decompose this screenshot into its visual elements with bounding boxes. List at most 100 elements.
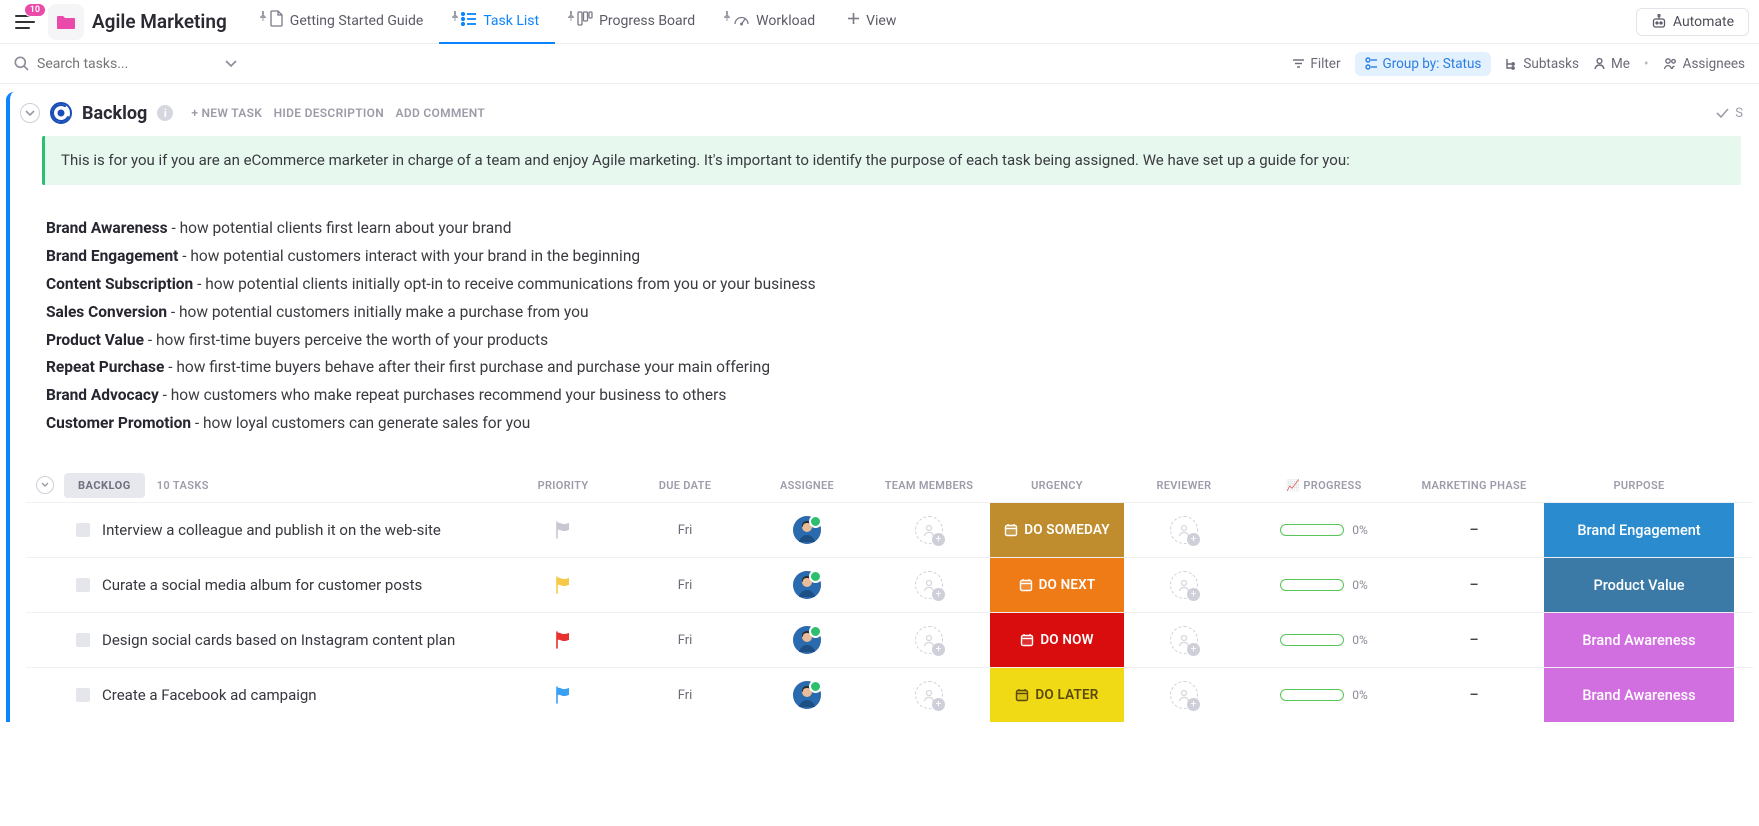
col-assignee[interactable]: ASSIGNEE [746,479,868,492]
team-members-cell[interactable]: + [868,558,990,612]
description-note: This is for you if you are an eCommerce … [42,136,1741,185]
col-purpose[interactable]: PURPOSE [1544,479,1734,492]
folder-chip[interactable] [48,4,84,40]
marketing-phase-cell[interactable]: – [1470,632,1479,648]
subtasks-icon [1505,57,1518,70]
assignee-cell[interactable] [746,613,868,667]
urgency-cell[interactable]: DO NOW [990,613,1124,667]
hide-description-button[interactable]: HIDE DESCRIPTION [274,106,384,120]
purpose-cell[interactable]: Product Value [1544,558,1734,612]
marketing-phase-cell[interactable]: – [1470,687,1479,703]
collapse-toggle[interactable] [20,103,40,123]
assignee-cell[interactable] [746,558,868,612]
group-head-actions: + NEW TASK HIDE DESCRIPTION ADD COMMENT [183,105,485,121]
avatar[interactable] [793,681,821,709]
notification-badge: 10 [24,3,46,17]
add-assignee-button[interactable]: + [915,571,943,599]
priority-cell[interactable] [502,558,624,612]
due-date[interactable]: Fri [678,578,693,593]
progress-cell[interactable]: 0% [1280,578,1368,592]
team-members-cell[interactable]: + [868,668,990,722]
purpose-cell[interactable]: Brand Awareness [1544,613,1734,667]
reviewer-cell[interactable]: + [1124,558,1244,612]
group-by-button[interactable]: Group by: Status [1355,52,1492,76]
me-button[interactable]: Me [1593,56,1630,72]
assignee-cell[interactable] [746,503,868,557]
task-checkbox[interactable] [76,688,90,702]
task-checkbox[interactable] [76,523,90,537]
col-priority[interactable]: PRIORITY [502,479,624,492]
info-icon[interactable]: i [157,105,173,121]
assignees-button[interactable]: Assignees [1663,56,1745,72]
urgency-cell[interactable]: DO NEXT [990,558,1124,612]
subtasks-button[interactable]: Subtasks [1505,56,1579,72]
avatar[interactable] [793,626,821,654]
view-tab-workload[interactable]: Workload [711,0,831,44]
table-row[interactable]: Curate a social media album for customer… [26,557,1753,612]
search-input[interactable] [37,56,217,72]
task-name[interactable]: Create a Facebook ad campaign [102,679,323,711]
menu-button[interactable]: 10 [10,7,40,37]
progress-cell[interactable]: 0% [1280,523,1368,537]
due-date[interactable]: Fri [678,633,693,648]
task-name[interactable]: Interview a colleague and publish it on … [102,514,447,546]
urgency-cell[interactable]: DO SOMEDAY [990,503,1124,557]
assignee-cell[interactable] [746,668,868,722]
task-name[interactable]: Curate a social media album for customer… [102,569,428,601]
avatar[interactable] [793,571,821,599]
task-checkbox[interactable] [76,633,90,647]
view-tab-task-list[interactable]: Task List [439,0,555,44]
backlog-status-icon [50,102,72,124]
avatar[interactable] [793,516,821,544]
add-assignee-button[interactable]: + [1170,626,1198,654]
group-right-hint: S [1735,106,1743,121]
progress-cell[interactable]: 0% [1280,688,1368,702]
reviewer-cell[interactable]: + [1124,613,1244,667]
col-progress[interactable]: 📈 PROGRESS [1244,479,1404,492]
automate-button[interactable]: Automate [1636,8,1749,36]
definition-term: Customer Promotion [46,414,191,432]
table-row[interactable]: Design social cards based on Instagram c… [26,612,1753,667]
search-box[interactable] [14,56,1292,72]
table-row[interactable]: Create a Facebook ad campaign Fri + DO LATE… [26,667,1753,722]
filter-button[interactable]: Filter [1292,56,1340,72]
priority-cell[interactable] [502,503,624,557]
add-assignee-button[interactable]: + [915,681,943,709]
marketing-phase-cell[interactable]: – [1470,577,1479,593]
definition-term: Product Value [46,331,144,349]
add-assignee-button[interactable]: + [1170,571,1198,599]
due-date[interactable]: Fri [678,523,693,538]
priority-cell[interactable] [502,668,624,722]
marketing-phase-cell[interactable]: – [1470,522,1479,538]
col-due-date[interactable]: DUE DATE [624,479,746,492]
view-tab-view[interactable]: View [831,0,912,44]
view-tab-progress-board[interactable]: Progress Board [555,0,711,44]
status-badge[interactable]: BACKLOG [64,473,145,498]
urgency-cell[interactable]: DO LATER [990,668,1124,722]
add-assignee-button[interactable]: + [1170,681,1198,709]
team-members-cell[interactable]: + [868,503,990,557]
due-date[interactable]: Fri [678,688,693,703]
purpose-cell[interactable]: Brand Engagement [1544,503,1734,557]
team-members-cell[interactable]: + [868,613,990,667]
task-name[interactable]: Design social cards based on Instagram c… [102,624,461,656]
new-task-button[interactable]: + NEW TASK [191,106,262,120]
view-tab-getting-started-guide[interactable]: Getting Started Guide [247,0,440,44]
col-marketing-phase[interactable]: MARKETING PHASE [1404,479,1544,492]
add-comment-button[interactable]: ADD COMMENT [396,106,486,120]
reviewer-cell[interactable]: + [1124,668,1244,722]
reviewer-cell[interactable]: + [1124,503,1244,557]
add-assignee-button[interactable]: + [915,516,943,544]
collapse-section-toggle[interactable] [36,476,54,494]
col-urgency[interactable]: URGENCY [990,479,1124,492]
add-assignee-button[interactable]: + [915,626,943,654]
task-checkbox[interactable] [76,578,90,592]
table-row[interactable]: Interview a colleague and publish it on … [26,502,1753,557]
add-assignee-button[interactable]: + [1170,516,1198,544]
chevron-down-icon[interactable] [225,60,237,68]
progress-cell[interactable]: 0% [1280,633,1368,647]
priority-cell[interactable] [502,613,624,667]
col-team-members[interactable]: TEAM MEMBERS [868,479,990,492]
purpose-cell[interactable]: Brand Awareness [1544,668,1734,722]
col-reviewer[interactable]: REVIEWER [1124,479,1244,492]
